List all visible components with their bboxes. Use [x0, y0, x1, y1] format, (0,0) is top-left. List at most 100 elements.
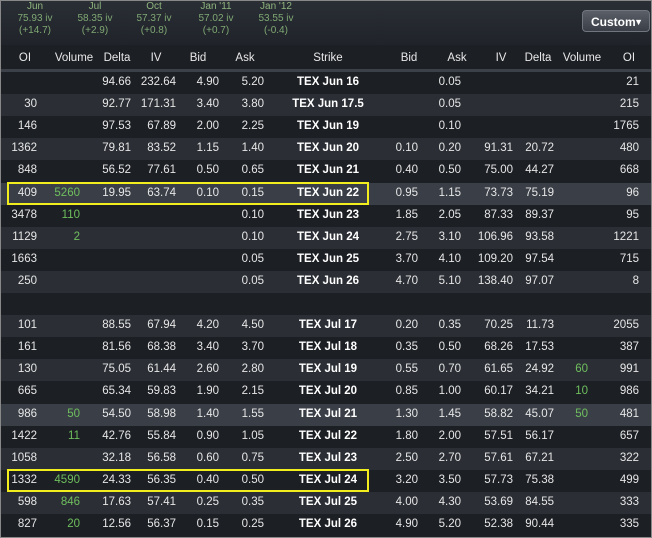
cell-vol: 2	[73, 230, 80, 243]
cell-piv: 91.31	[484, 142, 513, 155]
cell-strike: TEX Jun 23	[297, 208, 359, 221]
option-row[interactable]: 130 75.05 61.44 2.60 2.80 TEX Jul 19 0.55 0.70 6…	[1, 359, 651, 382]
cell-bid: 2.00	[196, 120, 219, 133]
cell-delta: 79.81	[102, 142, 131, 155]
expiration-tab[interactable]: Jan '12 53.55 iv (-0.4)	[241, 1, 311, 37]
cell-pask: 0.50	[438, 341, 461, 354]
cell-iv: 57.41	[147, 495, 176, 508]
cell-strike: TEX Jul 25	[298, 495, 358, 508]
column-header-row: OI Volume Delta IV Bid Ask Strike Bid Ask IV Delta…	[1, 49, 651, 69]
option-row[interactable]: 94.66 232.64 4.90 5.20 TEX Jun 16 0.05 21	[1, 72, 651, 94]
option-row[interactable]: 3478 110 0.10 TEX Jun 23 1.85 2.05 87.33 89.37 9…	[1, 205, 651, 227]
option-row[interactable]: 1129 2 0.10 TEX Jun 24 2.75 3.10 106.96 93.58 12…	[1, 226, 651, 249]
option-row[interactable]: 101 88.55 67.94 4.20 4.50 TEX Jul 17 0.20 0.35 7…	[1, 315, 651, 338]
option-row[interactable]: 1058 32.18 56.58 0.60 0.75 TEX Jul 23 2.50 2.70…	[1, 447, 651, 470]
cell-bid: 1.90	[196, 385, 219, 398]
cell-piv: 75.00	[484, 164, 513, 177]
cell-pbid: 4.90	[395, 518, 418, 530]
cell-pbid: 0.95	[395, 186, 418, 199]
cell-oi: 250	[17, 274, 37, 287]
cell-pdelta: 90.44	[525, 518, 554, 530]
cell-oi: 101	[17, 319, 37, 332]
cell-strike: TEX Jul 19	[298, 363, 358, 376]
cell-poi: 322	[619, 451, 639, 464]
cell-ask: 0.10	[241, 208, 264, 221]
cell-bid: 0.25	[196, 495, 219, 508]
custom-button[interactable]: Custom ▼	[582, 10, 650, 32]
cell-poi: 480	[619, 142, 639, 155]
cell-oi: 130	[17, 363, 37, 376]
cell-strike: TEX Jul 21	[298, 407, 358, 420]
cell-ask: 2.25	[241, 120, 264, 133]
option-row[interactable]: 598 846 17.63 57.41 0.25 0.35 TEX Jul 25 4.00 4.…	[1, 491, 651, 514]
highlight-box	[7, 181, 369, 205]
option-row[interactable]: 30 92.77 171.31 3.40 3.80 TEX Jun 17.5 0.05 215	[1, 94, 651, 117]
cell-pdelta: 97.54	[525, 252, 554, 265]
cell-ask: 1.55	[241, 407, 264, 420]
option-row[interactable]: 848 56.52 77.61 0.50 0.65 TEX Jun 21 0.40 0.50 7…	[1, 160, 651, 182]
cell-oi: 986	[17, 407, 37, 420]
option-row[interactable]: 827 20 12.56 56.37 0.15 0.25 TEX Jul 26 4.90 5.2…	[1, 514, 651, 536]
cell-delta: 65.34	[102, 385, 131, 398]
cell-pask: 3.50	[438, 473, 461, 486]
cell-pask: 4.30	[438, 495, 461, 508]
cell-poi: 215	[619, 98, 639, 111]
cell-iv: 55.84	[147, 429, 176, 442]
cell-pdelta: 24.92	[525, 363, 554, 376]
cell-delta: 94.66	[102, 76, 131, 88]
cell-iv: 67.94	[147, 319, 176, 332]
cell-strike: TEX Jul 23	[298, 451, 358, 464]
cell-poi: 657	[619, 429, 639, 442]
cell-piv: 68.26	[484, 341, 513, 354]
cell-delta: 42.76	[102, 429, 131, 442]
cell-pask: 2.70	[438, 451, 461, 464]
cell-pdelta: 93.58	[525, 230, 554, 243]
cell-poi: 333	[619, 495, 639, 508]
cell-poi: 2055	[613, 319, 639, 332]
cell-pdelta: 75.38	[525, 473, 554, 486]
cell-bid: 0.90	[196, 429, 219, 442]
cell-pdelta: 56.17	[525, 429, 554, 442]
option-row[interactable]: 1362 79.81 83.52 1.15 1.40 TEX Jun 20 0.10 0.20…	[1, 138, 651, 161]
column-header[interactable]: OI	[579, 52, 651, 64]
cell-pask: 5.10	[438, 274, 461, 287]
cell-poi: 95	[626, 208, 639, 221]
cell-piv: 57.73	[484, 473, 513, 486]
cell-delta: 81.56	[102, 341, 131, 354]
cell-iv: 56.58	[147, 451, 176, 464]
cell-pdelta: 84.55	[525, 495, 554, 508]
option-row[interactable]: 1663 0.05 TEX Jun 25 3.70 4.10 109.20 97.54 715	[1, 249, 651, 271]
option-row[interactable]: 1422 11 42.76 55.84 0.90 1.05 TEX Jul 22 1.80 2.…	[1, 426, 651, 448]
cell-piv: 109.20	[477, 252, 513, 265]
cell-pask: 0.35	[438, 319, 461, 332]
cell-poi: 499	[619, 473, 639, 486]
cell-iv: 56.37	[147, 518, 176, 530]
cell-pdelta: 67.21	[525, 451, 554, 464]
option-row[interactable]: 986 50 54.50 58.98 1.40 1.55 TEX Jul 21 1.30 1.4…	[1, 403, 651, 426]
option-row[interactable]: 161 81.56 68.38 3.40 3.70 TEX Jul 18 0.35 0.50 6…	[1, 337, 651, 359]
cell-oi: 1663	[11, 252, 37, 265]
cell-iv: 232.64	[140, 76, 176, 88]
cell-pbid: 2.75	[395, 230, 418, 243]
cell-iv: 58.98	[147, 407, 176, 420]
cell-pdelta: 97.07	[525, 274, 554, 287]
cell-bid: 4.20	[196, 319, 219, 332]
cell-pbid: 0.85	[395, 385, 418, 398]
cell-ask: 5.20	[241, 76, 264, 88]
option-row[interactable]: 146 97.53 67.89 2.00 2.25 TEX Jun 19 0.10 1765	[1, 116, 651, 138]
cell-oi: 598	[17, 495, 37, 508]
cell-vol: 50	[67, 407, 80, 420]
cell-pask: 1.15	[438, 186, 461, 199]
expiration-chg: (+0.8)	[140, 25, 168, 36]
option-row[interactable]: 250 0.05 TEX Jun 26 4.70 5.10 138.40 97.07 8	[1, 270, 651, 293]
expiration-tab[interactable]: Oct 57.37 iv (+0.8)	[119, 1, 189, 37]
option-row[interactable]	[1, 293, 651, 315]
cell-ask: 0.35	[241, 495, 264, 508]
cell-oi: 665	[17, 385, 37, 398]
option-row[interactable]: 665 65.34 59.83 1.90 2.15 TEX Jul 20 0.85 1.00 6…	[1, 381, 651, 403]
cell-oi: 3478	[11, 208, 37, 221]
cell-ask: 1.40	[241, 142, 264, 155]
cell-pask: 5.20	[438, 518, 461, 530]
cell-poi: 387	[619, 341, 639, 354]
cell-piv: 87.33	[484, 208, 513, 221]
